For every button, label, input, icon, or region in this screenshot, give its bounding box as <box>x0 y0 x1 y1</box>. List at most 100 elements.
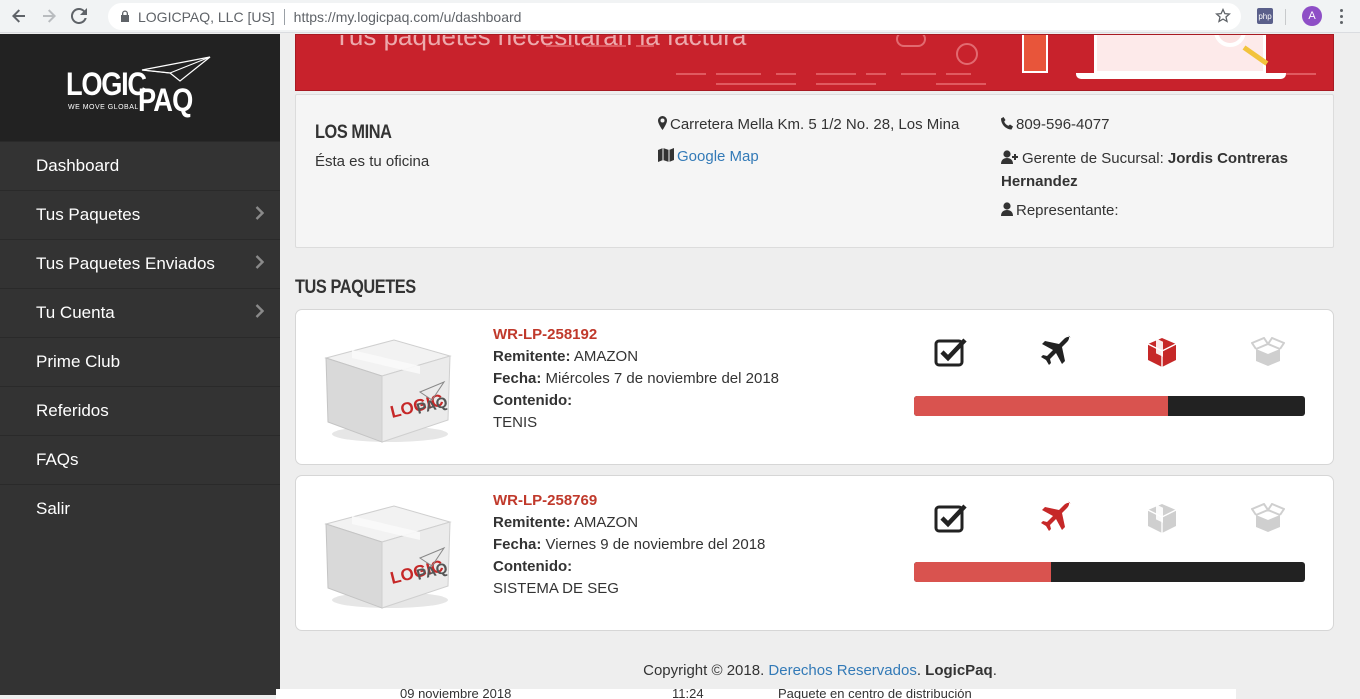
footer-period: . <box>916 662 921 679</box>
banner-decoration <box>946 73 971 75</box>
banner-decoration <box>1286 73 1316 75</box>
sidebar-item-tus-paquetes-enviados[interactable]: Tus Paquetes Enviados <box>0 239 280 288</box>
browser-menu-icon[interactable] <box>1340 9 1344 27</box>
sender-value: AMAZON <box>573 348 639 365</box>
office-subtitle: Ésta es tu oficina <box>315 153 430 170</box>
progress-bar-fill <box>914 562 1051 582</box>
logo-text-logic: LOGIC <box>66 66 147 102</box>
banner-decoration <box>586 45 626 47</box>
rep-label: Representante: <box>1016 202 1119 219</box>
brand-header: LOGIC PAQ WE MOVE GLOBAL <box>0 34 280 141</box>
package-card[interactable]: LOGIC PAQ WR-LP-258769 Remitente: AMAZON Fec… <box>295 475 1334 631</box>
main-content: Tus paquetes necesitarán la factura LOS … <box>276 34 1360 699</box>
content-label: Contenido: <box>493 392 573 409</box>
banner-decoration <box>676 73 706 75</box>
rights-link[interactable]: Derechos Reservados <box>768 662 916 679</box>
checkbox-icon <box>931 498 971 538</box>
banner-laptop-illustration <box>1076 73 1286 79</box>
date-value: Viernes 9 de noviembre del 2018 <box>545 536 766 553</box>
banner-decoration <box>716 73 761 75</box>
user-plus-icon <box>1001 149 1019 171</box>
map-link-text[interactable]: Google Map <box>677 148 759 165</box>
packages-title: TUS PAQUETES <box>295 277 416 298</box>
page-footer: Copyright © 2018. Derechos Reservados. L… <box>280 662 1360 679</box>
sidebar-item-label: Salir <box>36 499 71 518</box>
address-bar[interactable]: LOGICPAQ, LLC [US] https://my.logicpaq.c… <box>108 3 1241 30</box>
chevron-right-icon <box>255 206 265 223</box>
footer-brand: LogicPaq <box>925 662 993 679</box>
sidebar-item-label: Tus Paquetes <box>36 205 141 224</box>
package-info: WR-LP-258769 Remitente: AMAZON Fecha: Vier… <box>493 490 765 600</box>
sidebar-item-prime-club[interactable]: Prime Club <box>0 337 280 386</box>
office-phone: 809-596-4077 <box>1001 116 1109 134</box>
logicpaq-logo[interactable]: LOGIC PAQ WE MOVE GLOBAL <box>66 56 216 126</box>
sidebar-item-referidos[interactable]: Referidos <box>0 386 280 435</box>
sidebar-item-tu-cuenta[interactable]: Tu Cuenta <box>0 288 280 337</box>
box-icon <box>1142 498 1182 538</box>
package-card[interactable]: LOGIC PAQ WR-LP-258192 Remitente: AMAZON Fec… <box>295 309 1334 465</box>
url-text[interactable]: https://my.logicpaq.com/u/dashboard <box>294 9 522 25</box>
progress-bar <box>914 562 1305 582</box>
date-value: Miércoles 7 de noviembre del 2018 <box>545 370 779 387</box>
content-value: SISTEMA DE SEG <box>493 580 619 597</box>
map-icon <box>658 148 674 166</box>
content-value: TENIS <box>493 414 538 431</box>
package-box-image: LOGIC PAQ <box>322 326 454 446</box>
sidebar-item-tus-paquetes[interactable]: Tus Paquetes <box>0 190 280 239</box>
banner-decoration <box>816 83 876 85</box>
sidebar-item-dashboard[interactable]: Dashboard <box>0 141 280 190</box>
lock-icon[interactable] <box>120 9 130 25</box>
open-box-icon <box>1248 498 1288 538</box>
banner-decoration <box>896 35 926 47</box>
office-manager: Gerente de Sucursal: Jordis Contreras He… <box>1001 148 1321 193</box>
package-box-image: LOGIC PAQ <box>322 492 454 612</box>
bookmark-star-icon[interactable] <box>1215 7 1231 27</box>
package-info: WR-LP-258192 Remitente: AMAZON Fecha: Miér… <box>493 324 779 434</box>
date-label: Fecha: <box>493 536 542 553</box>
forward-arrow-icon[interactable] <box>38 5 60 27</box>
sidebar-item-faqs[interactable]: FAQs <box>0 435 280 484</box>
package-code[interactable]: WR-LP-258769 <box>493 492 597 509</box>
progress-bar <box>914 396 1305 416</box>
sender-label: Remitente: <box>493 514 571 531</box>
phone-icon <box>1001 117 1013 134</box>
logo-text-paq: PAQ <box>138 82 193 118</box>
banner-decoration <box>716 83 796 85</box>
sidebar: LOGIC PAQ WE MOVE GLOBAL Dashboard Tus Pa… <box>0 34 280 695</box>
banner-text: Tus paquetes necesitarán la factura <box>334 34 747 51</box>
sidebar-item-salir[interactable]: Salir <box>0 484 280 533</box>
paper-plane-icon <box>141 56 211 82</box>
office-address: Carretera Mella Km. 5 1/2 No. 28, Los Mi… <box>658 116 959 134</box>
date-label: Fecha: <box>493 370 542 387</box>
address-text: Carretera Mella Km. 5 1/2 No. 28, Los Mi… <box>670 116 960 133</box>
underlying-table-row: 09 noviembre 2018 11:24 Paquete en centr… <box>276 689 1236 699</box>
reload-icon[interactable] <box>68 5 90 27</box>
package-code[interactable]: WR-LP-258192 <box>493 326 597 343</box>
copyright-text: Copyright © 2018. <box>643 662 765 679</box>
user-icon <box>1001 202 1013 220</box>
promo-banner[interactable]: Tus paquetes necesitarán la factura <box>295 34 1334 91</box>
underlay-date: 09 noviembre 2018 <box>400 689 512 699</box>
sidebar-item-label: Prime Club <box>36 352 121 371</box>
sender-value: AMAZON <box>573 514 639 531</box>
site-identity[interactable]: LOGICPAQ, LLC [US] <box>138 9 275 25</box>
php-extension-icon[interactable]: php <box>1257 8 1273 24</box>
google-map-link[interactable]: Google Map <box>658 148 759 166</box>
box-icon <box>1142 332 1182 372</box>
underlay-status: Paquete en centro de distribución <box>778 689 972 699</box>
chevron-right-icon <box>255 304 265 321</box>
underlay-time: 11:24 <box>672 689 704 699</box>
back-arrow-icon[interactable] <box>8 5 30 27</box>
banner-decoration <box>546 45 574 47</box>
sidebar-item-label: Dashboard <box>36 156 120 175</box>
banner-decoration <box>901 73 936 75</box>
open-box-icon <box>1248 332 1288 372</box>
content-label: Contenido: <box>493 558 573 575</box>
manager-label: Gerente de Sucursal: <box>1022 150 1164 167</box>
sender-label: Remitente: <box>493 348 571 365</box>
office-name: LOS MINA <box>315 122 392 143</box>
package-status-steps <box>914 332 1306 372</box>
banner-decoration <box>776 73 796 75</box>
airplane-icon <box>1037 498 1077 538</box>
profile-avatar[interactable]: A <box>1302 6 1322 26</box>
